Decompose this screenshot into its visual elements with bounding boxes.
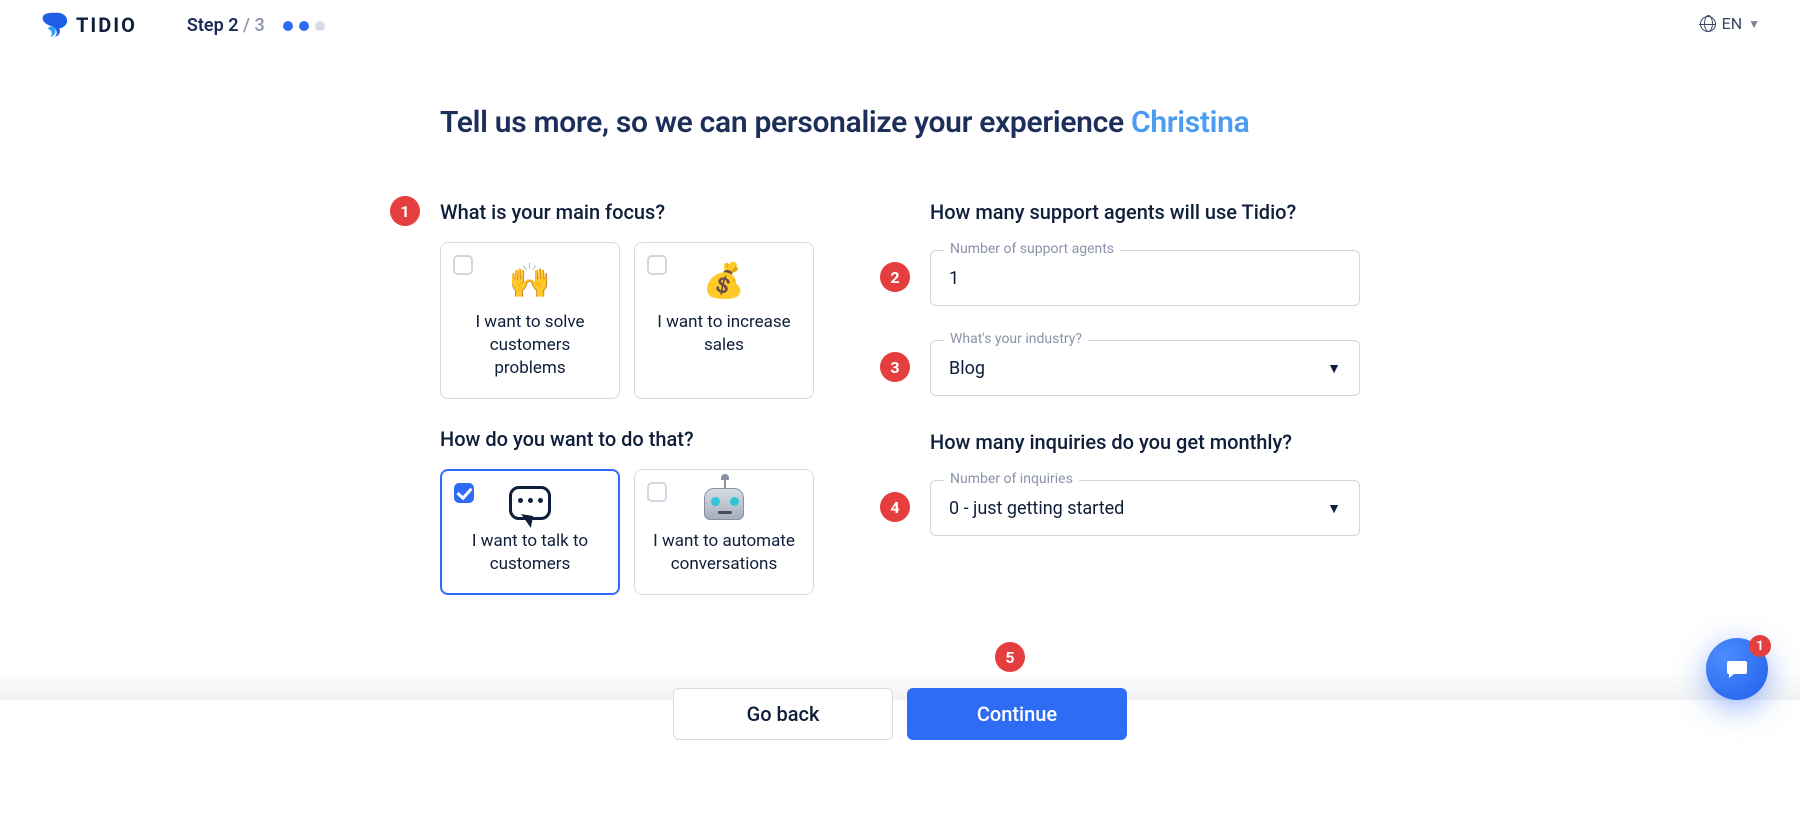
chevron-down-icon: ▼: [1327, 360, 1341, 377]
annotation-marker-4: 4: [880, 492, 910, 522]
checkbox-checked-icon: [454, 483, 474, 503]
chat-bubble-icon: [457, 486, 603, 520]
go-back-button[interactable]: Go back: [673, 688, 893, 740]
right-column: How many support agents will use Tidio? …: [930, 200, 1360, 623]
left-column: 1 What is your main focus? 🙌 I want to s…: [440, 200, 870, 623]
annotation-marker-2: 2: [880, 262, 910, 292]
agents-input[interactable]: [930, 250, 1360, 306]
language-selector[interactable]: EN ▼: [1700, 14, 1760, 33]
chevron-down-icon: ▼: [1327, 500, 1341, 517]
industry-select[interactable]: Blog ▼: [930, 340, 1360, 396]
progress-dot-2: [299, 21, 309, 31]
money-bag-icon: 💰: [651, 261, 797, 301]
question-inquiries: How many inquiries do you get monthly?: [930, 430, 1360, 454]
continue-button[interactable]: Continue: [907, 688, 1127, 740]
card-automate[interactable]: I want to automate conversations: [634, 469, 814, 595]
agents-field-label: Number of support agents: [944, 241, 1120, 257]
user-name: Christina: [1131, 105, 1249, 140]
footer-actions: Go back 5 Continue: [0, 688, 1800, 740]
logo-mark-icon: [40, 11, 68, 39]
checkbox-icon: [647, 255, 667, 275]
progress-dot-1: [283, 21, 293, 31]
onboarding-form: Tell us more, so we can personalize your…: [440, 105, 1360, 623]
card-talk-customers[interactable]: I want to talk to customers: [440, 469, 620, 595]
annotation-marker-3: 3: [880, 352, 910, 382]
notification-badge: 1: [1749, 635, 1771, 657]
question-how: How do you want to do that?: [440, 427, 870, 451]
step-indicator: Step 2 / 3: [187, 15, 325, 36]
card-increase-sales[interactable]: 💰 I want to increase sales: [634, 242, 814, 399]
raised-hands-icon: 🙌: [457, 261, 603, 301]
inquiries-field-label: Number of inquiries: [944, 471, 1079, 487]
inquiries-select[interactable]: 0 - just getting started ▼: [930, 480, 1360, 536]
industry-field-label: What's your industry?: [944, 331, 1088, 347]
progress-dots: [283, 21, 325, 31]
page-title: Tell us more, so we can personalize your…: [440, 105, 1360, 140]
checkbox-icon: [647, 482, 667, 502]
chat-widget-button[interactable]: 1: [1706, 638, 1768, 700]
chat-icon: [1725, 657, 1749, 681]
checkbox-icon: [453, 255, 473, 275]
globe-icon: [1700, 16, 1716, 32]
question-main-focus: What is your main focus?: [440, 200, 870, 224]
annotation-marker-1: 1: [390, 196, 420, 226]
brand-logo: TIDIO: [40, 11, 137, 39]
chevron-down-icon: ▼: [1748, 17, 1760, 31]
question-agents: How many support agents will use Tidio?: [930, 200, 1360, 224]
progress-dot-3: [315, 21, 325, 31]
annotation-marker-5: 5: [995, 642, 1025, 672]
robot-icon: [651, 488, 797, 520]
top-header: TIDIO Step 2 / 3 EN ▼: [0, 0, 1800, 50]
brand-text: TIDIO: [76, 13, 137, 37]
card-solve-problems[interactable]: 🙌 I want to solve customers problems: [440, 242, 620, 399]
